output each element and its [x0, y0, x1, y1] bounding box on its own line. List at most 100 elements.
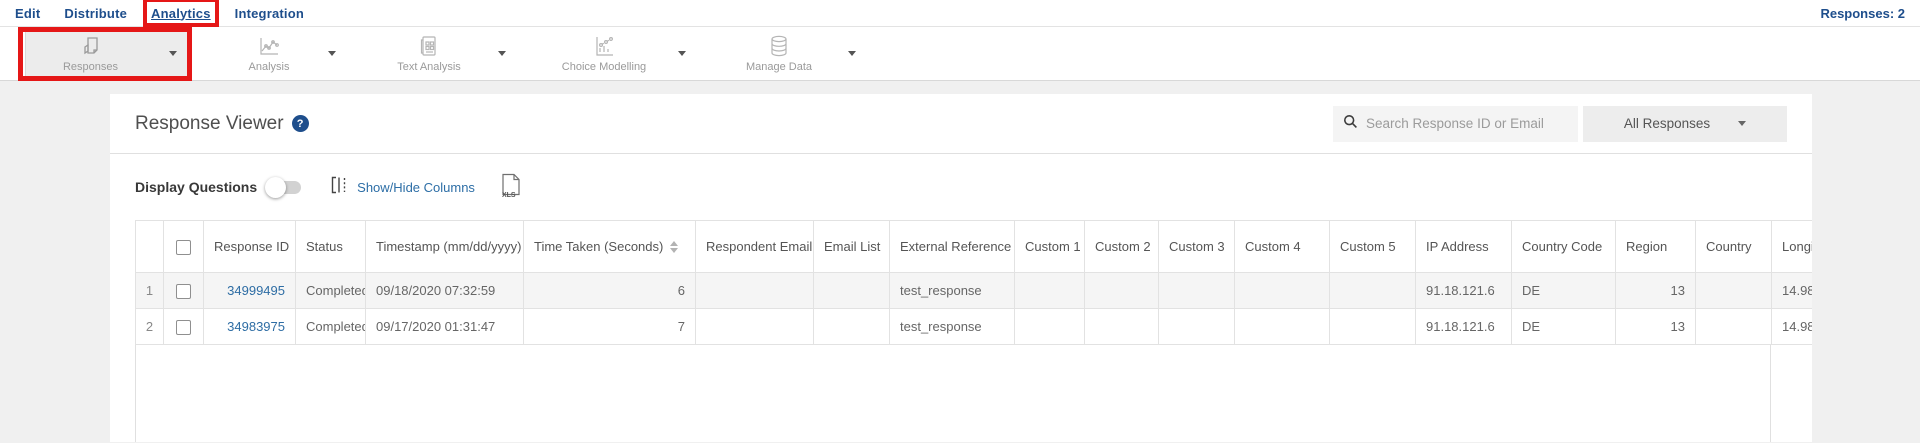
choice-modelling-dropdown-caret-icon[interactable]: [678, 51, 686, 56]
header-email-list-label: Email List: [824, 239, 880, 254]
response-id-link[interactable]: 34983975: [227, 319, 285, 334]
top-navbar: Edit Distribute Analytics Integration Re…: [0, 0, 1920, 27]
cell-longitude: 14.98: [1772, 309, 1813, 345]
header-country-code: Country Code: [1512, 221, 1616, 273]
cell-timestamp: 09/17/2020 01:31:47: [366, 309, 524, 345]
response-filter-dropdown[interactable]: All Responses: [1583, 106, 1787, 142]
display-questions-toggle[interactable]: [267, 181, 301, 194]
page-title: Response Viewer: [135, 113, 284, 135]
header-region: Region: [1616, 221, 1696, 273]
header-timestamp[interactable]: Timestamp (mm/dd/yyyy): [366, 221, 524, 273]
toolbar-item-responses-main: Responses: [26, 34, 155, 73]
cell-ip-address: 91.18.121.6: [1416, 309, 1512, 345]
help-icon[interactable]: ?: [292, 115, 309, 132]
cell-custom-5: [1330, 273, 1416, 309]
select-all-checkbox[interactable]: [176, 240, 191, 255]
cell-respondent-email: [696, 273, 814, 309]
header-custom-1-label: Custom 1: [1025, 239, 1081, 254]
header-custom-5: Custom 5: [1330, 221, 1416, 273]
search-box[interactable]: [1333, 106, 1578, 142]
toolbar-item-analysis-main: Analysis: [224, 34, 314, 73]
header-time-taken-label: Time Taken (Seconds): [534, 239, 663, 254]
text-analysis-icon: [417, 34, 441, 58]
cell-ip-address: 91.18.121.6: [1416, 273, 1512, 309]
cell-country: [1696, 273, 1772, 309]
cell-custom-2: [1085, 309, 1159, 345]
sort-icon[interactable]: [670, 241, 678, 253]
header-ip-address: IP Address: [1416, 221, 1512, 273]
header-custom-5-label: Custom 5: [1340, 239, 1396, 254]
header-custom-4-label: Custom 4: [1245, 239, 1301, 254]
nav-item-analytics-label: Analytics: [151, 6, 211, 21]
header-email-list: Email List: [814, 221, 890, 273]
cell-country-code: DE: [1512, 273, 1616, 309]
response-filter-value: All Responses: [1624, 116, 1710, 131]
toolbar-item-responses[interactable]: Responses: [25, 31, 188, 77]
text-analysis-dropdown-caret-icon[interactable]: [498, 51, 506, 56]
analytics-toolbar: Responses Analysis: [0, 27, 1920, 81]
toggle-knob: [265, 177, 286, 198]
show-hide-columns-link[interactable]: Show/Hide Columns: [357, 180, 475, 195]
manage-data-icon: [767, 34, 791, 58]
row-checkbox[interactable]: [176, 284, 191, 299]
toolbar-item-manage-data[interactable]: Manage Data: [724, 34, 856, 73]
toolbar-item-choice-modelling[interactable]: Choice Modelling: [544, 34, 686, 73]
header-external-reference: External Reference: [890, 221, 1015, 273]
cell-response-id: 34999495: [204, 273, 296, 309]
toolbar-item-analysis[interactable]: Analysis: [224, 34, 336, 73]
cell-response-id: 34983975: [204, 309, 296, 345]
toolbar-item-text-analysis-main: Text Analysis: [374, 34, 484, 73]
header-custom-2: Custom 2: [1085, 221, 1159, 273]
toolbar-item-choice-modelling-label: Choice Modelling: [562, 61, 646, 73]
cell-custom-5: [1330, 309, 1416, 345]
cell-custom-3: [1159, 309, 1235, 345]
header-custom-4: Custom 4: [1235, 221, 1330, 273]
cell-region: 13: [1616, 309, 1696, 345]
header-time-taken[interactable]: Time Taken (Seconds): [524, 221, 696, 273]
responses-dropdown-caret-icon[interactable]: [169, 51, 177, 56]
response-id-link[interactable]: 34999495: [227, 283, 285, 298]
toolbar-item-manage-data-main: Manage Data: [724, 34, 834, 73]
xls-export-icon[interactable]: XLS: [501, 173, 521, 201]
table-controls-row: Display Questions Show/Hide Columns XLS: [110, 154, 1812, 220]
row-checkbox-cell: [164, 309, 204, 345]
header-custom-2-label: Custom 2: [1095, 239, 1151, 254]
choice-modelling-icon: [592, 34, 616, 58]
columns-icon[interactable]: [331, 176, 348, 199]
header-respondent-email: Respondent Email: [696, 221, 814, 273]
header-row-number: [136, 221, 164, 273]
nav-item-edit[interactable]: Edit: [15, 6, 40, 21]
toolbar-item-choice-modelling-main: Choice Modelling: [544, 34, 664, 73]
nav-item-edit-label: Edit: [15, 6, 40, 21]
table-row: 2 34983975 Completed 09/17/2020 01:31:47…: [136, 309, 1813, 345]
header-custom-1: Custom 1: [1015, 221, 1085, 273]
header-custom-3-label: Custom 3: [1169, 239, 1225, 254]
nav-item-integration[interactable]: Integration: [235, 6, 304, 21]
nav-item-distribute[interactable]: Distribute: [64, 6, 127, 21]
responses-table: Response ID Status Timestamp (mm/dd/yyyy…: [135, 220, 1812, 345]
cell-custom-3: [1159, 273, 1235, 309]
header-checkbox-cell: [164, 221, 204, 273]
toolbar-item-text-analysis[interactable]: Text Analysis: [374, 34, 506, 73]
response-viewer-card: Response Viewer ? All Responses Display …: [110, 94, 1812, 442]
cell-custom-4: [1235, 309, 1330, 345]
cell-status: Completed: [296, 309, 366, 345]
analysis-icon: [257, 34, 281, 58]
cell-region: 13: [1616, 273, 1696, 309]
toolbar-item-responses-label: Responses: [63, 61, 118, 73]
table-header-row: Response ID Status Timestamp (mm/dd/yyyy…: [136, 221, 1813, 273]
header-country: Country: [1696, 221, 1772, 273]
cell-custom-1: [1015, 273, 1085, 309]
header-response-id[interactable]: Response ID: [204, 221, 296, 273]
row-checkbox[interactable]: [176, 320, 191, 335]
analysis-dropdown-caret-icon[interactable]: [328, 51, 336, 56]
cell-external-reference: test_response: [890, 273, 1015, 309]
search-icon: [1343, 114, 1358, 134]
header-timestamp-label: Timestamp (mm/dd/yyyy): [376, 239, 521, 254]
nav-item-analytics[interactable]: Analytics: [151, 6, 211, 21]
header-status-label: Status: [306, 239, 343, 254]
header-region-label: Region: [1626, 239, 1667, 254]
manage-data-dropdown-caret-icon[interactable]: [848, 51, 856, 56]
search-input[interactable]: [1366, 116, 1568, 131]
table-row: 1 34999495 Completed 09/18/2020 07:32:59…: [136, 273, 1813, 309]
